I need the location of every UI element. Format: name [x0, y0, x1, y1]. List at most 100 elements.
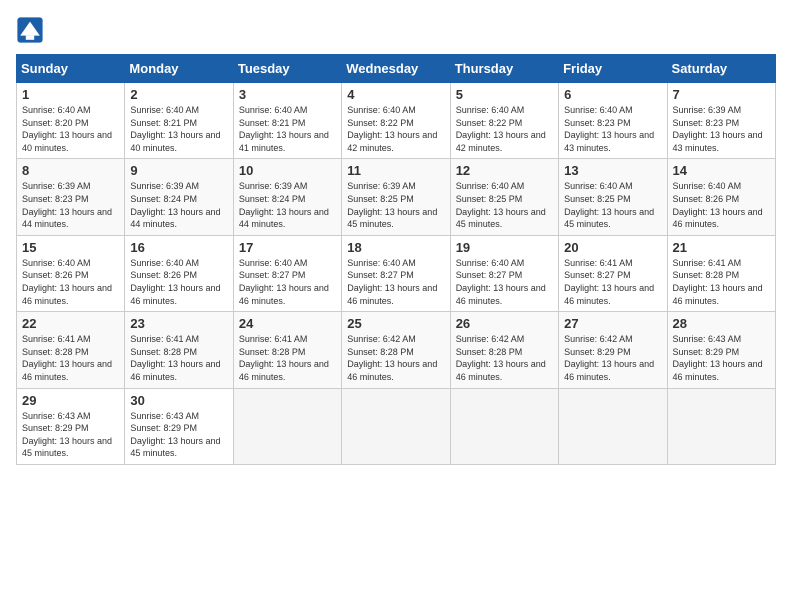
day-info: Sunrise: 6:42 AM Sunset: 8:29 PM Dayligh… — [564, 333, 661, 383]
day-info: Sunrise: 6:39 AM Sunset: 8:25 PM Dayligh… — [347, 180, 444, 230]
day-number: 5 — [456, 87, 553, 102]
calendar-day-cell: 19 Sunrise: 6:40 AM Sunset: 8:27 PM Dayl… — [450, 235, 558, 311]
calendar-day-cell: 16 Sunrise: 6:40 AM Sunset: 8:26 PM Dayl… — [125, 235, 233, 311]
calendar-week-row: 8 Sunrise: 6:39 AM Sunset: 8:23 PM Dayli… — [17, 159, 776, 235]
day-info: Sunrise: 6:40 AM Sunset: 8:25 PM Dayligh… — [564, 180, 661, 230]
day-info: Sunrise: 6:39 AM Sunset: 8:24 PM Dayligh… — [239, 180, 336, 230]
calendar-day-cell: 5 Sunrise: 6:40 AM Sunset: 8:22 PM Dayli… — [450, 83, 558, 159]
day-number: 27 — [564, 316, 661, 331]
day-number: 14 — [673, 163, 770, 178]
day-number: 26 — [456, 316, 553, 331]
calendar-day-cell: 13 Sunrise: 6:40 AM Sunset: 8:25 PM Dayl… — [559, 159, 667, 235]
day-number: 24 — [239, 316, 336, 331]
day-number: 4 — [347, 87, 444, 102]
calendar-day-cell: 14 Sunrise: 6:40 AM Sunset: 8:26 PM Dayl… — [667, 159, 775, 235]
logo — [16, 16, 48, 44]
calendar-day-cell — [233, 388, 341, 464]
calendar-day-cell: 24 Sunrise: 6:41 AM Sunset: 8:28 PM Dayl… — [233, 312, 341, 388]
day-number: 22 — [22, 316, 119, 331]
day-info: Sunrise: 6:40 AM Sunset: 8:25 PM Dayligh… — [456, 180, 553, 230]
day-info: Sunrise: 6:41 AM Sunset: 8:28 PM Dayligh… — [239, 333, 336, 383]
day-info: Sunrise: 6:40 AM Sunset: 8:22 PM Dayligh… — [456, 104, 553, 154]
day-info: Sunrise: 6:39 AM Sunset: 8:23 PM Dayligh… — [673, 104, 770, 154]
day-info: Sunrise: 6:40 AM Sunset: 8:26 PM Dayligh… — [673, 180, 770, 230]
calendar-day-cell: 30 Sunrise: 6:43 AM Sunset: 8:29 PM Dayl… — [125, 388, 233, 464]
day-info: Sunrise: 6:42 AM Sunset: 8:28 PM Dayligh… — [456, 333, 553, 383]
day-number: 29 — [22, 393, 119, 408]
day-info: Sunrise: 6:40 AM Sunset: 8:27 PM Dayligh… — [456, 257, 553, 307]
calendar-day-cell: 25 Sunrise: 6:42 AM Sunset: 8:28 PM Dayl… — [342, 312, 450, 388]
calendar-week-row: 22 Sunrise: 6:41 AM Sunset: 8:28 PM Dayl… — [17, 312, 776, 388]
day-number: 16 — [130, 240, 227, 255]
calendar-day-cell: 18 Sunrise: 6:40 AM Sunset: 8:27 PM Dayl… — [342, 235, 450, 311]
logo-icon — [16, 16, 44, 44]
day-number: 18 — [347, 240, 444, 255]
day-number: 15 — [22, 240, 119, 255]
day-info: Sunrise: 6:41 AM Sunset: 8:28 PM Dayligh… — [673, 257, 770, 307]
calendar-day-cell: 10 Sunrise: 6:39 AM Sunset: 8:24 PM Dayl… — [233, 159, 341, 235]
day-info: Sunrise: 6:40 AM Sunset: 8:21 PM Dayligh… — [130, 104, 227, 154]
day-number: 7 — [673, 87, 770, 102]
day-number: 30 — [130, 393, 227, 408]
weekday-header: Wednesday — [342, 55, 450, 83]
day-info: Sunrise: 6:40 AM Sunset: 8:23 PM Dayligh… — [564, 104, 661, 154]
day-info: Sunrise: 6:42 AM Sunset: 8:28 PM Dayligh… — [347, 333, 444, 383]
calendar-day-cell — [342, 388, 450, 464]
weekday-header: Friday — [559, 55, 667, 83]
day-number: 13 — [564, 163, 661, 178]
day-number: 28 — [673, 316, 770, 331]
day-number: 23 — [130, 316, 227, 331]
day-info: Sunrise: 6:43 AM Sunset: 8:29 PM Dayligh… — [22, 410, 119, 460]
calendar-day-cell: 28 Sunrise: 6:43 AM Sunset: 8:29 PM Dayl… — [667, 312, 775, 388]
weekday-header: Sunday — [17, 55, 125, 83]
calendar-day-cell: 26 Sunrise: 6:42 AM Sunset: 8:28 PM Dayl… — [450, 312, 558, 388]
day-info: Sunrise: 6:40 AM Sunset: 8:27 PM Dayligh… — [239, 257, 336, 307]
calendar-day-cell: 8 Sunrise: 6:39 AM Sunset: 8:23 PM Dayli… — [17, 159, 125, 235]
day-info: Sunrise: 6:41 AM Sunset: 8:27 PM Dayligh… — [564, 257, 661, 307]
day-info: Sunrise: 6:43 AM Sunset: 8:29 PM Dayligh… — [130, 410, 227, 460]
page-header — [16, 16, 776, 44]
calendar-day-cell: 20 Sunrise: 6:41 AM Sunset: 8:27 PM Dayl… — [559, 235, 667, 311]
calendar-day-cell: 15 Sunrise: 6:40 AM Sunset: 8:26 PM Dayl… — [17, 235, 125, 311]
calendar-header: SundayMondayTuesdayWednesdayThursdayFrid… — [17, 55, 776, 83]
calendar-day-cell: 1 Sunrise: 6:40 AM Sunset: 8:20 PM Dayli… — [17, 83, 125, 159]
day-number: 1 — [22, 87, 119, 102]
calendar-day-cell: 22 Sunrise: 6:41 AM Sunset: 8:28 PM Dayl… — [17, 312, 125, 388]
calendar-day-cell: 29 Sunrise: 6:43 AM Sunset: 8:29 PM Dayl… — [17, 388, 125, 464]
day-number: 6 — [564, 87, 661, 102]
day-number: 11 — [347, 163, 444, 178]
weekday-header: Saturday — [667, 55, 775, 83]
day-info: Sunrise: 6:39 AM Sunset: 8:23 PM Dayligh… — [22, 180, 119, 230]
calendar-day-cell — [559, 388, 667, 464]
day-info: Sunrise: 6:41 AM Sunset: 8:28 PM Dayligh… — [130, 333, 227, 383]
day-info: Sunrise: 6:39 AM Sunset: 8:24 PM Dayligh… — [130, 180, 227, 230]
day-number: 12 — [456, 163, 553, 178]
calendar-day-cell — [667, 388, 775, 464]
day-info: Sunrise: 6:43 AM Sunset: 8:29 PM Dayligh… — [673, 333, 770, 383]
day-info: Sunrise: 6:40 AM Sunset: 8:27 PM Dayligh… — [347, 257, 444, 307]
calendar-body: 1 Sunrise: 6:40 AM Sunset: 8:20 PM Dayli… — [17, 83, 776, 465]
calendar-day-cell: 27 Sunrise: 6:42 AM Sunset: 8:29 PM Dayl… — [559, 312, 667, 388]
calendar-day-cell: 17 Sunrise: 6:40 AM Sunset: 8:27 PM Dayl… — [233, 235, 341, 311]
calendar-day-cell: 12 Sunrise: 6:40 AM Sunset: 8:25 PM Dayl… — [450, 159, 558, 235]
day-number: 2 — [130, 87, 227, 102]
weekday-header: Thursday — [450, 55, 558, 83]
day-info: Sunrise: 6:40 AM Sunset: 8:26 PM Dayligh… — [22, 257, 119, 307]
calendar-day-cell: 9 Sunrise: 6:39 AM Sunset: 8:24 PM Dayli… — [125, 159, 233, 235]
day-number: 8 — [22, 163, 119, 178]
day-number: 25 — [347, 316, 444, 331]
day-info: Sunrise: 6:40 AM Sunset: 8:21 PM Dayligh… — [239, 104, 336, 154]
calendar-day-cell: 7 Sunrise: 6:39 AM Sunset: 8:23 PM Dayli… — [667, 83, 775, 159]
calendar-day-cell: 4 Sunrise: 6:40 AM Sunset: 8:22 PM Dayli… — [342, 83, 450, 159]
calendar-day-cell: 3 Sunrise: 6:40 AM Sunset: 8:21 PM Dayli… — [233, 83, 341, 159]
calendar-week-row: 15 Sunrise: 6:40 AM Sunset: 8:26 PM Dayl… — [17, 235, 776, 311]
day-info: Sunrise: 6:41 AM Sunset: 8:28 PM Dayligh… — [22, 333, 119, 383]
calendar-day-cell: 21 Sunrise: 6:41 AM Sunset: 8:28 PM Dayl… — [667, 235, 775, 311]
calendar-day-cell — [450, 388, 558, 464]
day-info: Sunrise: 6:40 AM Sunset: 8:20 PM Dayligh… — [22, 104, 119, 154]
calendar-table: SundayMondayTuesdayWednesdayThursdayFrid… — [16, 54, 776, 465]
day-number: 19 — [456, 240, 553, 255]
weekday-header: Monday — [125, 55, 233, 83]
calendar-day-cell: 11 Sunrise: 6:39 AM Sunset: 8:25 PM Dayl… — [342, 159, 450, 235]
day-info: Sunrise: 6:40 AM Sunset: 8:26 PM Dayligh… — [130, 257, 227, 307]
